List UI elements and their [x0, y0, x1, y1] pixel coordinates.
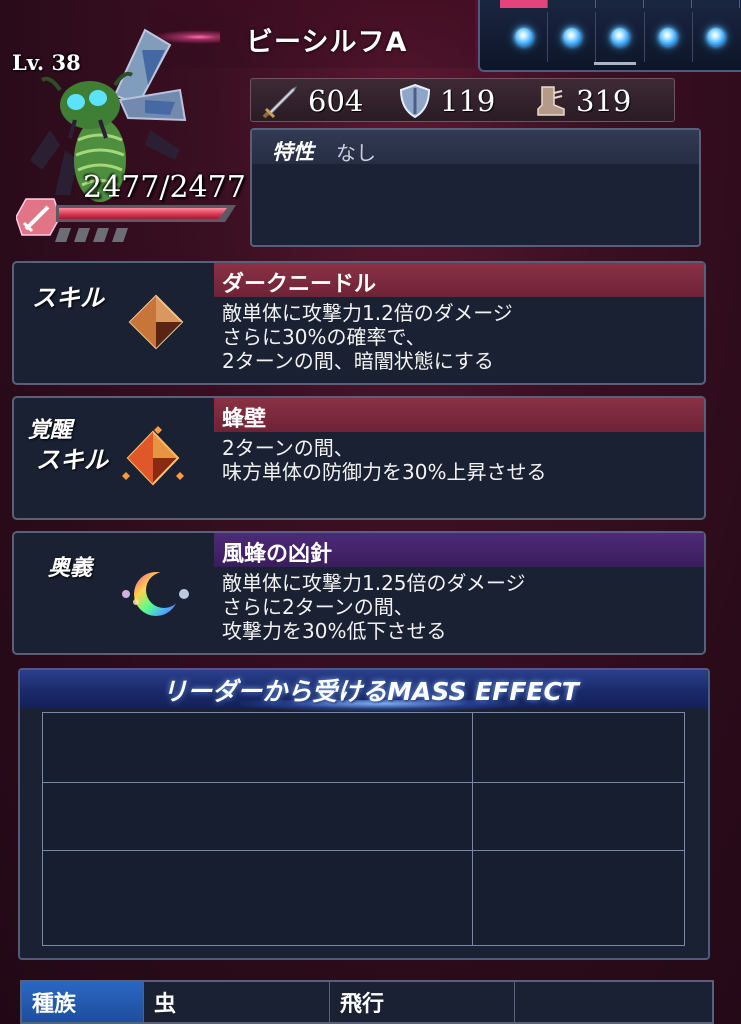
extra-attribute-value [515, 982, 712, 1022]
gauge-segment [55, 228, 71, 242]
hp-bar-fill [59, 208, 227, 219]
mass-effect-title: リーダーから受けるMASS EFFECT [162, 677, 579, 706]
stat-attack: 604 [262, 82, 363, 120]
blue-orb-icon [562, 28, 581, 46]
orb-slot-3[interactable] [596, 12, 645, 62]
stat-speed: 319 [532, 82, 631, 120]
awakened-skill-description: 2ターンの間、 味方単体の防御力を30%上昇させる [222, 436, 546, 484]
orb-tab-3[interactable] [596, 0, 644, 8]
orb-tab-4[interactable] [644, 0, 692, 8]
crescent-orb-icon [122, 572, 189, 616]
mass-effect-cell [43, 713, 473, 783]
race-row: 種族 虫 飛行 [20, 980, 714, 1024]
mass-effect-cell [43, 783, 473, 851]
orb-tab-2[interactable] [548, 0, 596, 8]
gauge-segments [55, 228, 135, 244]
trait-value: なし [336, 141, 376, 165]
orb-slot-1[interactable] [500, 12, 549, 62]
gauge-segment [93, 228, 109, 242]
boot-icon [537, 86, 565, 116]
awakened-crystal-icon [122, 426, 184, 486]
mass-effect-table [42, 712, 685, 946]
orb-tab-strip [500, 0, 740, 8]
orb-slot-2[interactable] [548, 12, 597, 62]
orb-selection-indicator [594, 62, 636, 65]
gauge-segment [112, 228, 128, 242]
skill-category-label: スキル [32, 283, 104, 312]
awakened-skill-name: 蜂壁 [222, 407, 267, 432]
ultimate-category-label: 奥義 [48, 555, 93, 581]
attack-value: 604 [308, 84, 364, 118]
race-value: 虫 [144, 982, 330, 1022]
blue-orb-icon [514, 28, 533, 46]
mass-effect-cell [473, 713, 684, 783]
orb-tab-5[interactable] [692, 0, 740, 8]
crystal-icon [128, 294, 184, 350]
unit-level: Lv. 38 [12, 50, 81, 75]
stat-defense: 119 [398, 82, 495, 120]
defense-value: 119 [440, 84, 496, 118]
mass-effect-cell [473, 783, 684, 851]
gauge-segment [74, 228, 90, 242]
attribute-value: 飛行 [330, 982, 515, 1022]
orb-tab-1[interactable] [500, 0, 548, 8]
awakened-description-line: 味方単体の防御力を30%上昇させる [222, 460, 547, 484]
race-label: 種族 [22, 982, 144, 1022]
blue-orb-icon [611, 28, 629, 46]
sword-badge-icon [16, 198, 60, 236]
ultimate-description-line: 攻撃力を30%低下させる [222, 619, 447, 643]
ultimate-description: 敵単体に攻撃力1.25倍のダメージ さらに2ターンの間、 攻撃力を30%低下させ… [222, 571, 526, 643]
orb-slot-row [500, 12, 740, 62]
trait-header [252, 130, 699, 164]
ultimate-name: 風蜂の凶針 [222, 542, 333, 567]
orb-slot-4[interactable] [645, 12, 693, 62]
awakened-category-label-2: スキル [36, 445, 108, 474]
skill-name: ダークニードル [222, 272, 377, 297]
ultimate-description-line: 敵単体に攻撃力1.25倍のダメージ [222, 571, 526, 595]
blue-orb-icon [659, 28, 678, 46]
hp-value: 2477/2477 [83, 170, 246, 205]
shield-icon [399, 83, 431, 119]
skill-description-line: さらに30%の確率で、 [222, 325, 426, 349]
trait-label: 特性 [272, 140, 314, 164]
skill-description-line: 敵単体に攻撃力1.2倍のダメージ [222, 301, 513, 325]
speed-value: 319 [576, 84, 632, 118]
mass-effect-cell [43, 851, 473, 945]
ultimate-description-line: さらに2ターンの間、 [222, 595, 414, 619]
blue-orb-icon [707, 28, 726, 46]
mass-effect-cell [473, 851, 684, 945]
skill-description: 敵単体に攻撃力1.2倍のダメージ さらに30%の確率で、 2ターンの間、暗闇状態… [222, 301, 513, 373]
unit-name: ビーシルフA [246, 27, 408, 58]
sword-icon [262, 85, 298, 119]
skill-description-line: 2ターンの間、暗闇状態にする [222, 349, 494, 373]
orb-slot-5[interactable] [693, 12, 740, 62]
awakened-description-line: 2ターンの間、 [222, 436, 354, 460]
awakened-skill-title-bar [214, 398, 704, 432]
